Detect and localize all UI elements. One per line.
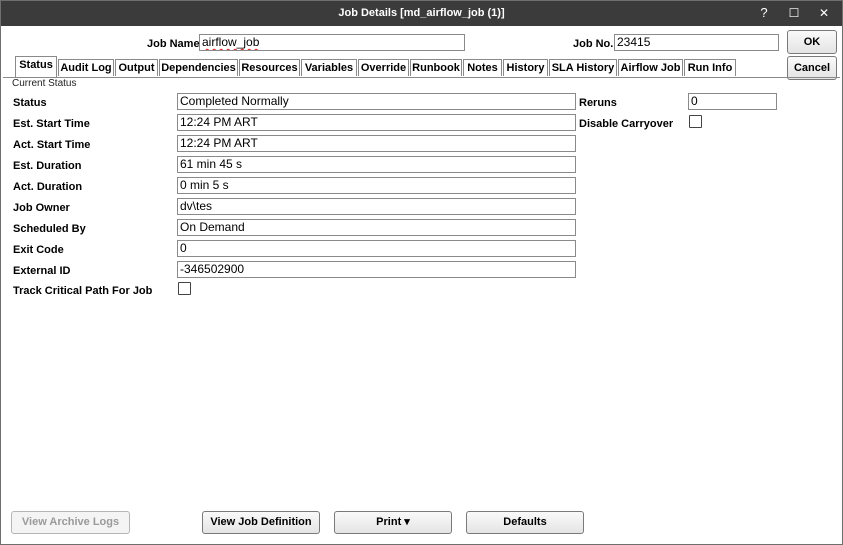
- view-job-definition-button[interactable]: View Job Definition: [202, 511, 320, 534]
- job-owner-label: Job Owner: [13, 202, 70, 214]
- job-no-field[interactable]: 23415: [614, 34, 779, 51]
- help-icon[interactable]: ?: [755, 5, 773, 21]
- ok-button[interactable]: OK: [787, 30, 837, 54]
- est-duration-field[interactable]: 61 min 45 s: [177, 156, 576, 173]
- external-id-label: External ID: [13, 265, 71, 277]
- status-label: Status: [13, 97, 47, 109]
- tab-dependencies[interactable]: Dependencies: [159, 59, 238, 76]
- exit-code-label: Exit Code: [13, 244, 64, 256]
- status-field[interactable]: Completed Normally: [177, 93, 576, 110]
- tab-override[interactable]: Override: [358, 59, 409, 76]
- track-critical-label: Track Critical Path For Job: [13, 285, 153, 297]
- job-details-window: Job Details [md_airflow_job (1)] ? ☐ ✕ J…: [0, 0, 843, 545]
- tab-airflow-job[interactable]: Airflow Job: [618, 59, 683, 76]
- job-name-label: Job Name: [147, 38, 200, 50]
- window-title: Job Details [md_airflow_job (1)]: [338, 7, 505, 19]
- title-bar: Job Details [md_airflow_job (1)] ? ☐ ✕: [1, 1, 842, 26]
- reruns-label: Reruns: [579, 97, 617, 109]
- est-duration-label: Est. Duration: [13, 160, 82, 172]
- print-button[interactable]: Print ▾: [334, 511, 452, 534]
- close-icon[interactable]: ✕: [815, 5, 833, 21]
- scheduled-by-field[interactable]: On Demand: [177, 219, 576, 236]
- tab-runbook[interactable]: Runbook: [410, 59, 462, 76]
- job-no-label: Job No.: [573, 38, 614, 50]
- tab-status[interactable]: Status: [15, 56, 57, 77]
- job-name-value: airflow_job: [202, 35, 260, 49]
- track-critical-checkbox[interactable]: [178, 282, 191, 295]
- disable-carryover-label: Disable Carryover: [579, 118, 674, 130]
- tab-audit-log[interactable]: Audit Log: [58, 59, 114, 76]
- section-title: Current Status: [11, 78, 78, 89]
- tab-divider: [3, 77, 840, 78]
- maximize-icon[interactable]: ☐: [785, 5, 803, 21]
- tab-resources[interactable]: Resources: [239, 59, 300, 76]
- scheduled-by-label: Scheduled By: [13, 223, 86, 235]
- tab-sla-history[interactable]: SLA History: [549, 59, 617, 76]
- exit-code-field[interactable]: 0: [177, 240, 576, 257]
- act-start-field[interactable]: 12:24 PM ART: [177, 135, 576, 152]
- act-start-label: Act. Start Time: [13, 139, 91, 151]
- tab-variables[interactable]: Variables: [301, 59, 357, 76]
- tab-notes[interactable]: Notes: [463, 59, 502, 76]
- act-duration-field[interactable]: 0 min 5 s: [177, 177, 576, 194]
- est-start-field[interactable]: 12:24 PM ART: [177, 114, 576, 131]
- est-start-label: Est. Start Time: [13, 118, 90, 130]
- tab-output[interactable]: Output: [115, 59, 158, 76]
- tab-history[interactable]: History: [503, 59, 548, 76]
- act-duration-label: Act. Duration: [13, 181, 83, 193]
- tab-run-info[interactable]: Run Info: [684, 59, 736, 76]
- external-id-field[interactable]: -346502900: [177, 261, 576, 278]
- view-archive-logs-button[interactable]: View Archive Logs: [11, 511, 130, 534]
- job-name-field[interactable]: airflow_job: [199, 34, 465, 51]
- reruns-field[interactable]: 0: [688, 93, 777, 110]
- disable-carryover-checkbox[interactable]: [689, 115, 702, 128]
- job-owner-field[interactable]: dv\tes: [177, 198, 576, 215]
- defaults-button[interactable]: Defaults: [466, 511, 584, 534]
